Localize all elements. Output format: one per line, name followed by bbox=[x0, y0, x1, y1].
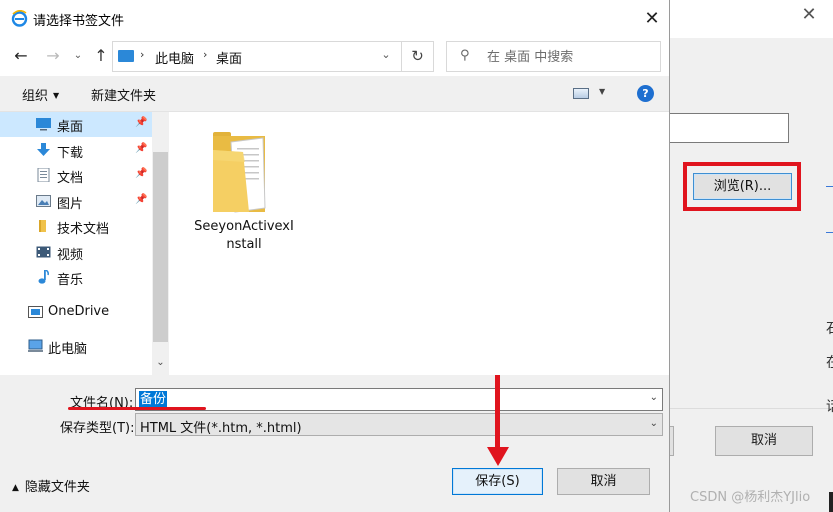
desktop-icon bbox=[36, 118, 51, 131]
sidebar-item-label: 技术文档 bbox=[57, 222, 110, 237]
background-divider-line bbox=[670, 408, 833, 409]
filetype-label: 保存类型(T): bbox=[60, 421, 135, 436]
pin-icon[interactable]: 📌 bbox=[135, 168, 147, 179]
sidebar-item-desktop[interactable]: 桌面 📌 bbox=[0, 112, 152, 137]
internet-explorer-icon bbox=[11, 10, 28, 27]
organize-menu-button[interactable]: 组织 ▼ bbox=[22, 85, 59, 104]
sidebar-item-downloads[interactable]: 下载 📌 bbox=[0, 138, 152, 163]
onedrive-icon bbox=[28, 306, 43, 318]
hide-folders-label: 隐藏文件夹 bbox=[24, 480, 90, 495]
sidebar-item-videos[interactable]: 视频 bbox=[0, 240, 152, 265]
view-options-icon bbox=[573, 88, 589, 99]
pin-icon[interactable]: 📌 bbox=[135, 143, 147, 154]
folder-icon bbox=[39, 220, 46, 232]
file-name: SeeyonActivexInstall bbox=[194, 219, 294, 252]
navigation-bar: ← → ⌄ ↑ › 此电脑 › 桌面 ⌄ ↻ ⚲ bbox=[0, 38, 669, 76]
sidebar-item-label: 文档 bbox=[57, 171, 84, 186]
search-input[interactable] bbox=[487, 47, 652, 67]
filetype-select[interactable]: HTML 文件(*.htm, *.html) ⌄ bbox=[135, 413, 663, 436]
forward-arrow-icon[interactable]: → bbox=[43, 46, 63, 66]
background-edge-text: 石 bbox=[826, 318, 833, 338]
scroll-down-chevron-icon[interactable]: ⌄ bbox=[152, 357, 169, 373]
sidebar-item-onedrive[interactable]: OneDrive bbox=[0, 300, 152, 325]
filename-combobox[interactable]: 备份 ⌄ bbox=[135, 388, 663, 411]
folder-icon bbox=[213, 132, 266, 213]
help-icon[interactable]: ? bbox=[637, 85, 654, 102]
watermark: CSDN @杨利杰YJlio bbox=[690, 490, 811, 505]
file-item[interactable]: SeeyonActivexInstall bbox=[194, 126, 294, 256]
title-bar: 请选择书签文件 ✕ bbox=[0, 0, 669, 38]
annotation-underline bbox=[68, 407, 206, 410]
sidebar-item-label: 音乐 bbox=[57, 273, 84, 288]
background-edge-text: 话 bbox=[826, 396, 833, 416]
picture-icon bbox=[36, 195, 51, 207]
annotation-arrow-icon bbox=[487, 375, 509, 466]
breadcrumb-this-pc[interactable]: 此电脑 bbox=[155, 48, 194, 67]
cancel-button[interactable]: 取消 bbox=[557, 468, 650, 495]
sidebar-item-music[interactable]: 音乐 bbox=[0, 265, 152, 290]
up-arrow-icon[interactable]: ↑ bbox=[91, 46, 111, 66]
sidebar-item-label: 图片 bbox=[57, 197, 84, 212]
change-view-button[interactable]: ▼ bbox=[573, 87, 605, 101]
filetype-value: HTML 文件(*.htm, *.html) bbox=[140, 421, 302, 436]
pin-icon[interactable]: 📌 bbox=[135, 117, 147, 128]
new-folder-button[interactable]: 新建文件夹 bbox=[91, 85, 156, 104]
sidebar-item-pictures[interactable]: 图片 📌 bbox=[0, 189, 152, 214]
scrollbar-thumb[interactable] bbox=[153, 152, 168, 342]
caret-down-icon: ▼ bbox=[599, 87, 606, 96]
download-icon bbox=[37, 143, 50, 156]
background-path-input[interactable] bbox=[670, 113, 789, 143]
filename-input[interactable]: 备份 bbox=[139, 391, 168, 408]
recent-locations-chevron-icon[interactable]: ⌄ bbox=[70, 46, 86, 66]
sidebar-item-label: 视频 bbox=[57, 248, 84, 263]
chevron-down-icon[interactable]: ⌄ bbox=[650, 392, 658, 403]
navigation-scrollbar[interactable]: ⌄ bbox=[152, 112, 169, 375]
background-edge bbox=[829, 492, 833, 512]
hide-folders-toggle[interactable]: ▲ 隐藏文件夹 bbox=[12, 476, 90, 495]
sidebar-item-documents[interactable]: 文档 📌 bbox=[0, 163, 152, 188]
sidebar-item-label: 下载 bbox=[57, 146, 84, 161]
breadcrumb-separator[interactable]: › bbox=[203, 48, 207, 61]
background-cancel-button[interactable]: 取消 bbox=[715, 426, 813, 456]
caret-down-icon: ▼ bbox=[53, 91, 60, 100]
browse-button[interactable]: 浏览(R)... bbox=[693, 173, 792, 200]
command-toolbar: 组织 ▼ 新建文件夹 ▼ ? bbox=[0, 76, 669, 112]
save-options-panel: 文件名(N): 备份 ⌄ 保存类型(T): HTML 文件(*.htm, *.h… bbox=[0, 375, 669, 512]
caret-up-icon: ▲ bbox=[12, 483, 19, 493]
navigation-pane: 桌面 📌 下载 📌 文档 📌 图片 📌 技术文档 视频 音乐 OneDrive … bbox=[0, 112, 170, 375]
music-icon bbox=[38, 270, 49, 284]
video-icon bbox=[36, 246, 51, 258]
document-icon bbox=[37, 168, 50, 182]
back-arrow-icon[interactable]: ← bbox=[11, 46, 31, 66]
background-close-icon[interactable]: ✕ bbox=[798, 4, 820, 26]
search-box[interactable]: ⚲ bbox=[446, 41, 661, 72]
desktop-location-icon bbox=[118, 50, 134, 62]
file-list: SeeyonActivexInstall bbox=[170, 112, 669, 375]
pc-icon bbox=[28, 339, 43, 352]
sidebar-item-label: 此电脑 bbox=[48, 342, 88, 357]
breadcrumb-separator[interactable]: › bbox=[140, 48, 144, 61]
search-icon: ⚲ bbox=[460, 48, 470, 63]
chevron-down-icon: ⌄ bbox=[649, 418, 658, 429]
breadcrumb-desktop[interactable]: 桌面 bbox=[216, 48, 242, 67]
refresh-icon[interactable]: ↻ bbox=[402, 41, 434, 72]
sidebar-item-label: OneDrive bbox=[48, 304, 110, 319]
sidebar-item-tech-docs[interactable]: 技术文档 bbox=[0, 214, 152, 239]
sidebar-item-label: 桌面 bbox=[57, 120, 84, 135]
background-edge-tick bbox=[826, 186, 833, 187]
address-dropdown-chevron-icon[interactable]: ⌄ bbox=[377, 48, 395, 61]
dialog-title: 请选择书签文件 bbox=[33, 14, 125, 29]
sidebar-item-this-pc[interactable]: 此电脑 bbox=[0, 334, 152, 359]
organize-label: 组织 bbox=[22, 89, 49, 104]
close-icon[interactable]: ✕ bbox=[636, 4, 668, 34]
background-edge-tick bbox=[826, 232, 833, 233]
background-edge-text: 在 bbox=[826, 352, 833, 372]
address-bar[interactable]: › 此电脑 › 桌面 ⌄ bbox=[112, 41, 402, 72]
pin-icon[interactable]: 📌 bbox=[135, 194, 147, 205]
save-dialog: 请选择书签文件 ✕ ← → ⌄ ↑ › 此电脑 › 桌面 ⌄ ↻ ⚲ 组织 ▼ 新… bbox=[0, 0, 670, 512]
save-button[interactable]: 保存(S) bbox=[452, 468, 543, 495]
